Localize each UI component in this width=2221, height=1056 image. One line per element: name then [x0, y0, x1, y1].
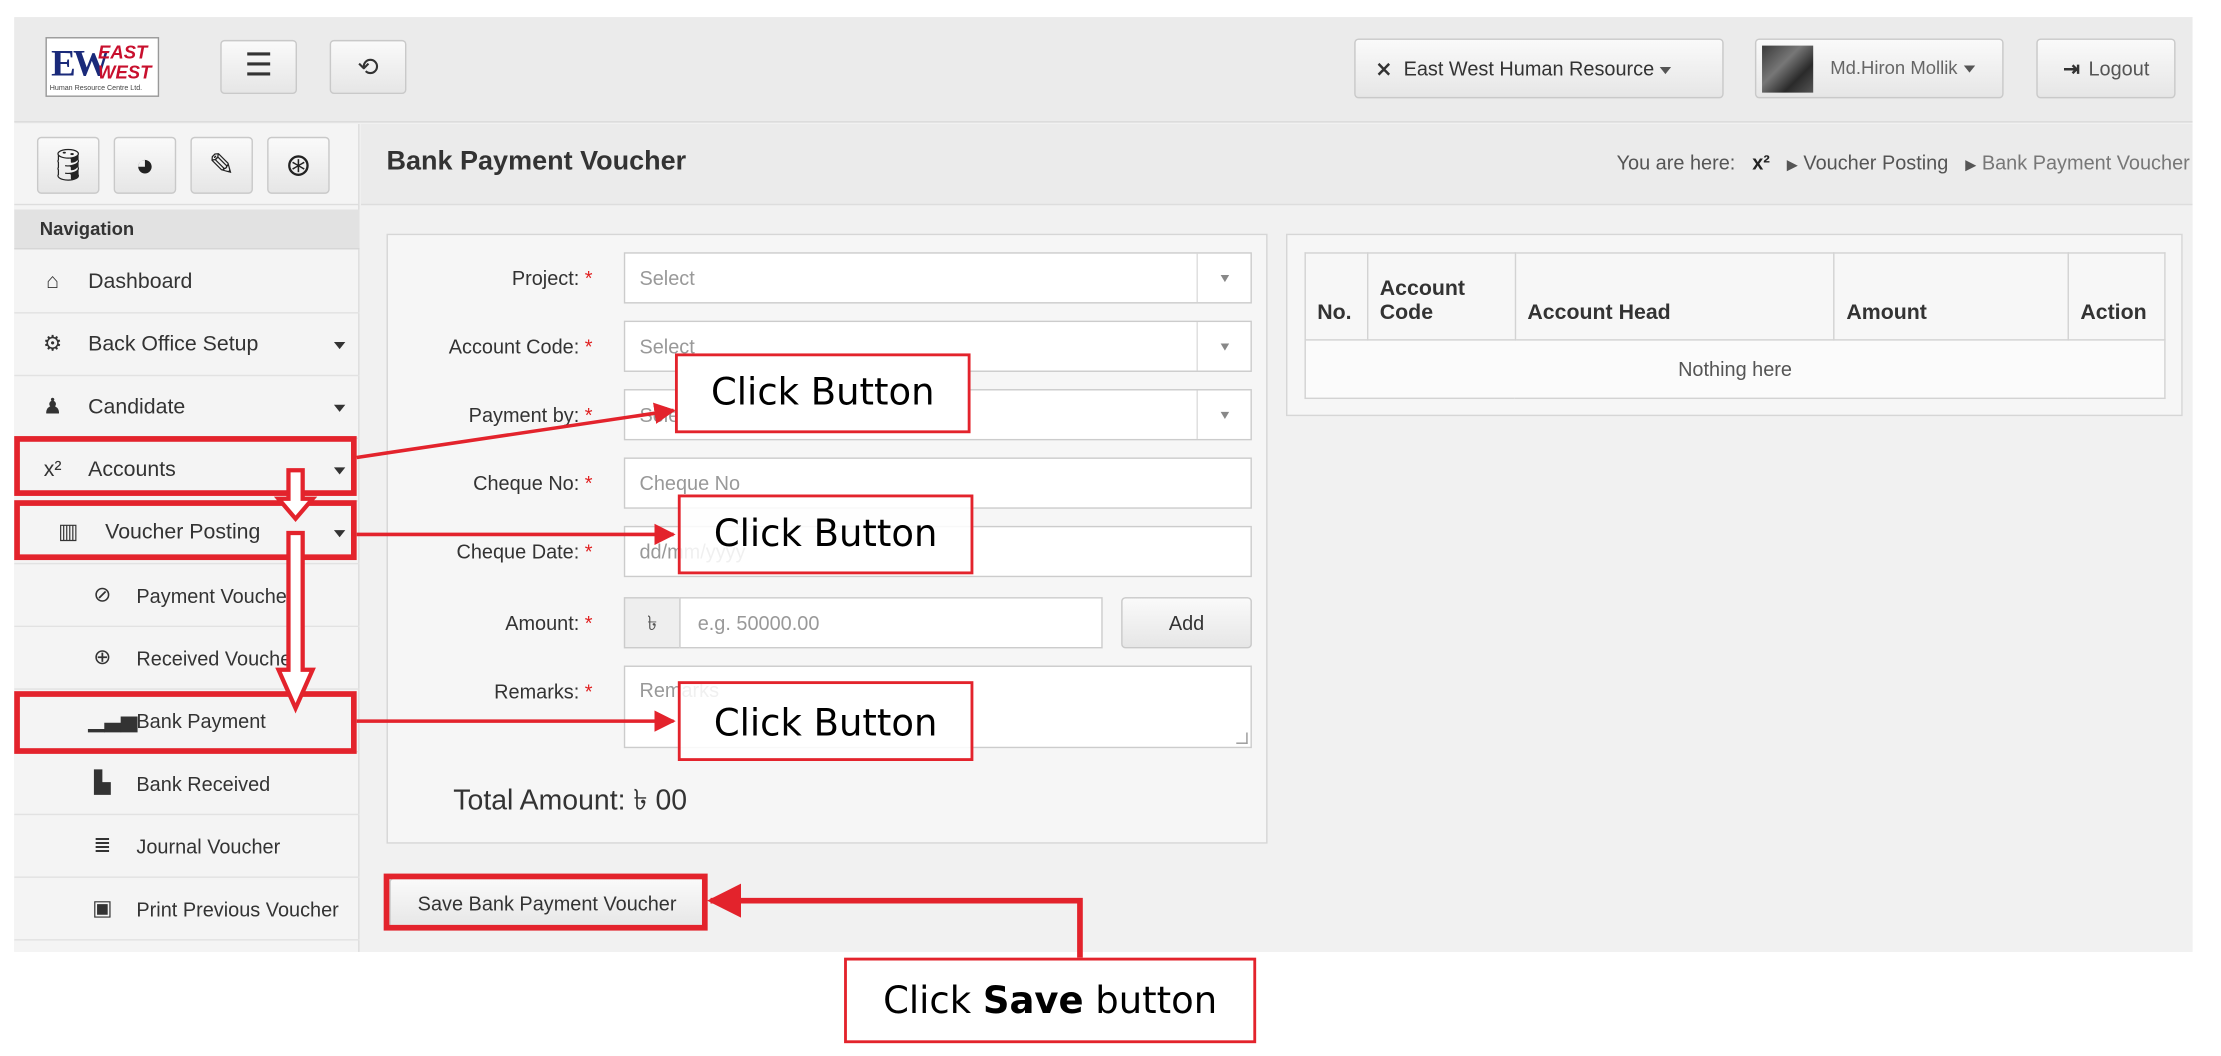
arrow-to-payment-by: [356, 402, 676, 460]
annotation-arrows: [273, 402, 1083, 958]
down-arrow-icon: [275, 530, 316, 714]
callout-click-save: Click Save button: [844, 957, 1257, 1044]
callout-click-button-1: Click Button: [674, 353, 971, 434]
callout-click-button-2: Click Button: [677, 494, 974, 575]
down-arrow-icon: [273, 468, 318, 523]
callout-click-button-3: Click Button: [677, 681, 974, 762]
arrow-to-save-button: [707, 883, 1083, 958]
